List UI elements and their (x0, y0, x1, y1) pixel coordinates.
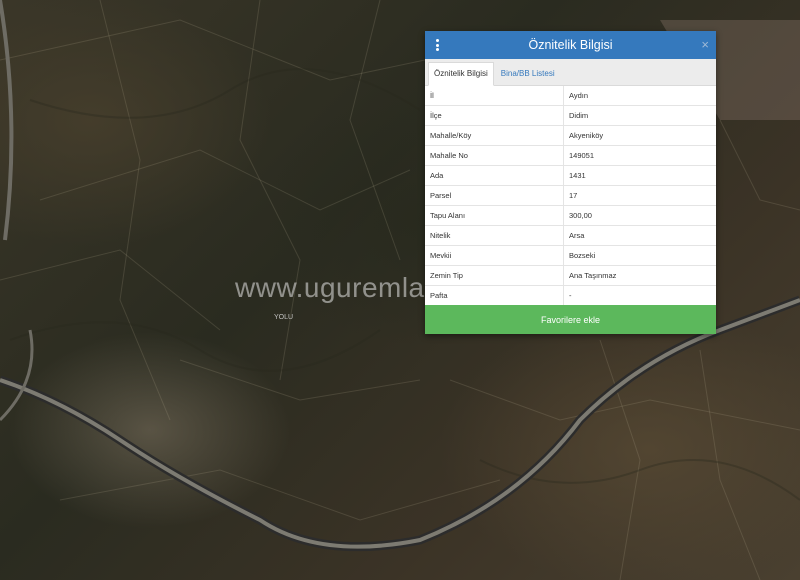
attribute-key: Tapu Alanı (425, 205, 564, 226)
attribute-value: Aydın (563, 86, 716, 106)
add-to-favorites-button[interactable]: Favorilere ekle (425, 305, 716, 334)
attribute-info-panel: Öznitelik Bilgisi × Öznitelik Bilgisi Bi… (425, 31, 716, 334)
map-watermark: www.uguremlak (235, 272, 440, 303)
attribute-value: Bozseki (563, 245, 716, 266)
table-row: Nitelik Arsa (425, 225, 716, 246)
close-icon[interactable]: × (701, 37, 709, 53)
attribute-key: İl (425, 86, 564, 106)
attribute-value: Ana Taşınmaz (563, 265, 716, 286)
attribute-key: Mahalle No (425, 145, 564, 166)
table-row: İl Aydın (425, 86, 716, 106)
attribute-value: 300,00 (563, 205, 716, 226)
attribute-key: Nitelik (425, 225, 564, 246)
panel-title: Öznitelik Bilgisi (528, 38, 613, 52)
table-row: İlçe Didim (425, 105, 716, 126)
attribute-value: Didim (563, 105, 716, 126)
panel-header: Öznitelik Bilgisi × (425, 31, 716, 59)
attribute-value: Akyeniköy (563, 125, 716, 146)
table-row: Tapu Alanı 300,00 (425, 205, 716, 226)
table-row: Mahalle/Köy Akyeniköy (425, 125, 716, 146)
table-row: Zemin Tip Ana Taşınmaz (425, 265, 716, 286)
attribute-table: İl Aydın İlçe Didim Mahalle/Köy Akyeniköy M… (425, 86, 716, 306)
table-row: Pafta - (425, 285, 716, 306)
tab-attribute-info[interactable]: Öznitelik Bilgisi (428, 62, 494, 86)
road-label: YOLU (274, 314, 294, 321)
table-row: Mevkii Bozseki (425, 245, 716, 266)
table-row: Mahalle No 149051 (425, 145, 716, 166)
vertical-ellipsis-icon[interactable] (434, 39, 440, 51)
attribute-key: Mahalle/Köy (425, 125, 564, 146)
table-row: Ada 1431 (425, 165, 716, 186)
attribute-key: Parsel (425, 185, 564, 206)
attribute-value: - (563, 285, 716, 306)
attribute-value: Arsa (563, 225, 716, 246)
attribute-key: Ada (425, 165, 564, 186)
attribute-key: Mevkii (425, 245, 564, 266)
table-row: Parsel 17 (425, 185, 716, 206)
attribute-value: 149051 (563, 145, 716, 166)
panel-tabs: Öznitelik Bilgisi Bina/BB Listesi (425, 59, 716, 86)
attribute-key: Zemin Tip (425, 265, 564, 286)
attribute-value: 1431 (563, 165, 716, 186)
attribute-key: Pafta (425, 285, 564, 306)
attribute-value: 17 (563, 185, 716, 206)
tab-building-list[interactable]: Bina/BB Listesi (496, 63, 560, 85)
attribute-key: İlçe (425, 105, 564, 126)
